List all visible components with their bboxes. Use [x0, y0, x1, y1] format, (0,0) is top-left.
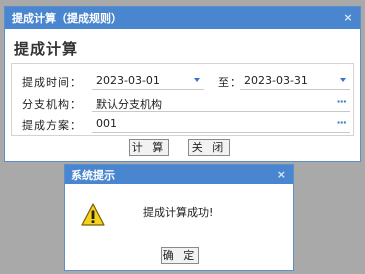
message-title: 系统提示	[71, 168, 115, 182]
end-date-value: 2023-03-31	[244, 74, 308, 87]
chevron-down-icon[interactable]	[194, 78, 200, 82]
warning-icon	[81, 203, 105, 226]
commission-dialog: 提成计算（提成规则） × 提成计算 提成时间： 2023-03-01 至： 20…	[4, 6, 361, 162]
start-date-value: 2023-03-01	[96, 74, 160, 87]
dialog-title: 提成计算（提成规则）	[12, 12, 122, 25]
dialog-titlebar: 提成计算（提成规则） ×	[5, 7, 360, 29]
ok-button[interactable]: 确 定	[161, 247, 199, 264]
page-title: 提成计算	[14, 40, 79, 58]
message-text: 提成计算成功!	[143, 206, 214, 219]
start-date-select[interactable]: 2023-03-01	[92, 71, 204, 90]
close-button[interactable]: 关 闭	[188, 139, 230, 156]
to-label: 至：	[218, 76, 242, 89]
time-row: 提成时间： 2023-03-01 至： 2023-03-31	[12, 70, 355, 93]
time-label: 提成时间：	[22, 76, 82, 89]
close-icon[interactable]: ×	[277, 169, 286, 180]
scheme-label: 提成方案：	[22, 119, 82, 132]
message-titlebar: 系统提示 ×	[65, 165, 293, 184]
branch-label: 分支机构：	[22, 98, 82, 111]
scheme-field[interactable]: 001 ···	[92, 114, 350, 133]
scheme-row: 提成方案： 001 ···	[12, 113, 355, 136]
branch-row: 分支机构： 默认分支机构 ···	[12, 92, 355, 115]
calculate-button[interactable]: 计 算	[129, 139, 169, 156]
close-icon[interactable]: ×	[342, 12, 354, 24]
more-icon[interactable]: ···	[336, 95, 347, 108]
more-icon[interactable]: ···	[336, 116, 347, 129]
message-dialog: 系统提示 × 提成计算成功! 确 定	[64, 164, 294, 271]
end-date-select[interactable]: 2023-03-31	[240, 71, 350, 90]
form-panel: 提成时间： 2023-03-01 至： 2023-03-31 分支机构： 默认分…	[11, 63, 354, 136]
scheme-value: 001	[96, 117, 117, 130]
branch-value: 默认分支机构	[96, 98, 162, 111]
branch-field[interactable]: 默认分支机构 ···	[92, 93, 350, 112]
chevron-down-icon[interactable]	[340, 78, 346, 82]
